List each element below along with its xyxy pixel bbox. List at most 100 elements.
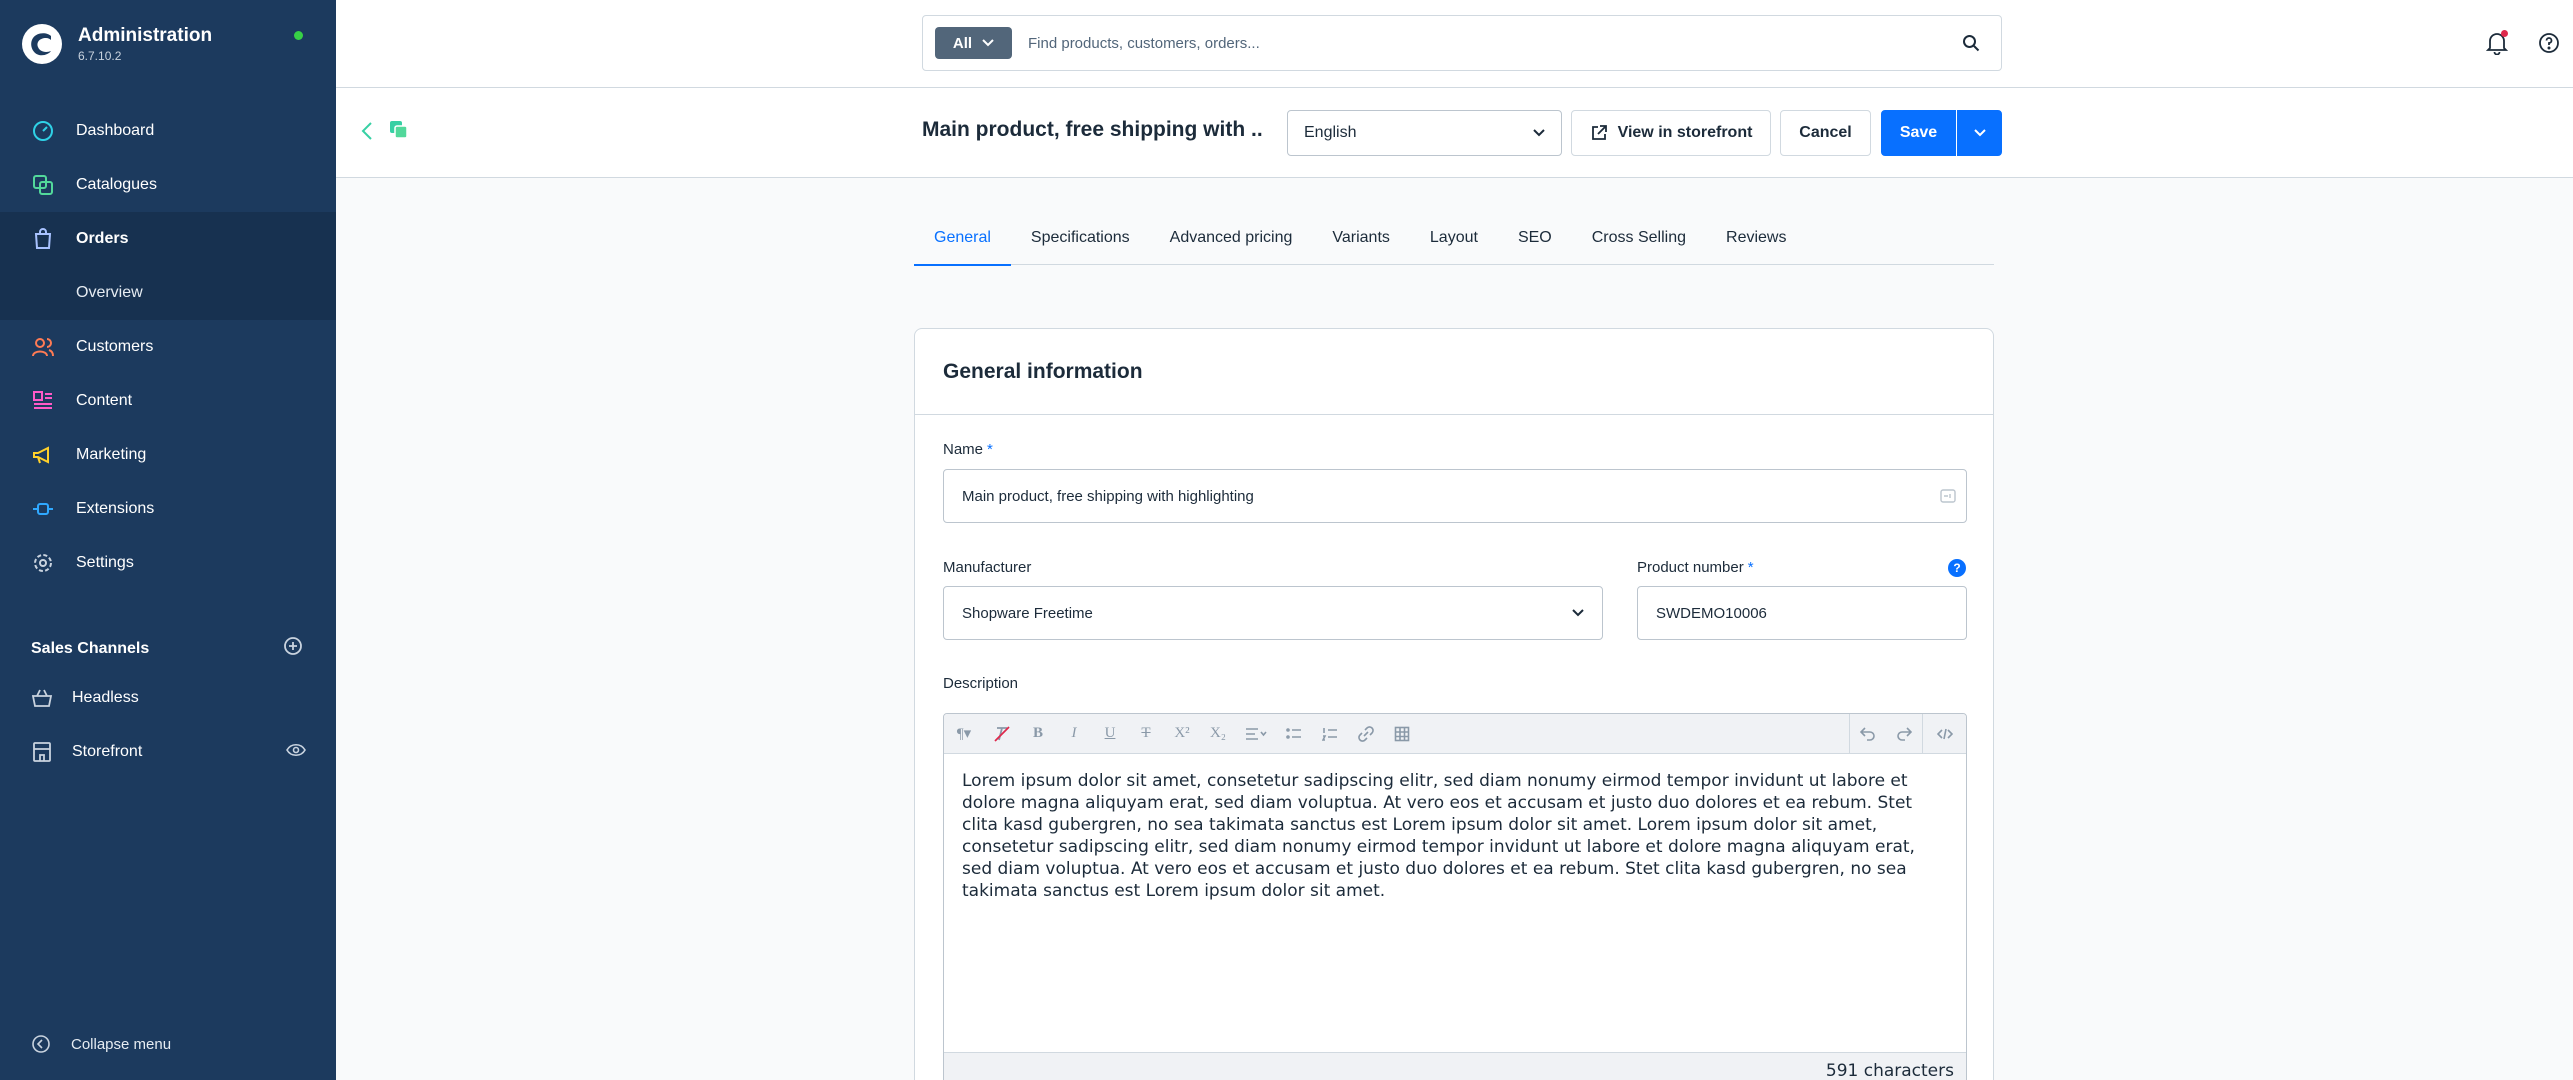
sidebar-item-label: Orders [76,230,129,247]
sidebar-subitem-overview[interactable]: Overview [0,266,336,320]
sidebar-item-label: Content [76,392,133,409]
sidebar-item-label: Customers [76,338,154,355]
shopware-logo-icon[interactable] [22,24,62,64]
bold-icon[interactable]: B [1020,714,1056,754]
chevron-down-icon [1572,609,1584,617]
catalogue-icon [30,172,56,198]
chevron-down-icon [1533,124,1545,142]
ordered-list-icon[interactable] [1312,714,1348,754]
tab-seo[interactable]: SEO [1498,228,1572,265]
character-count: 591 characters [944,1052,1966,1080]
users-icon [30,334,56,360]
sidebar-item-label: Marketing [76,446,147,463]
sidebar-item-orders[interactable]: Orders [0,212,336,266]
sales-channel-headless[interactable]: Headless [30,686,306,710]
sidebar-item-customers[interactable]: Customers [0,320,336,374]
name-label-text: Name [943,441,984,458]
code-view-icon[interactable] [1922,714,1966,754]
manufacturer-select[interactable]: Shopware Freetime [943,586,1603,640]
global-search: All [922,15,2002,71]
name-label: Name * [943,441,993,458]
help-icon[interactable]: ? [1948,559,1966,577]
add-sales-channel-icon[interactable] [283,636,303,661]
table-icon[interactable] [1384,714,1420,754]
notification-badge [2501,30,2508,37]
cancel-button[interactable]: Cancel [1780,110,1871,156]
copy-icon[interactable] [389,120,409,140]
product-tabs: General Specifications Advanced pricing … [914,228,1994,266]
name-input[interactable]: Main product, free shipping with highlig… [943,469,1967,523]
italic-icon[interactable]: I [1056,714,1092,754]
sales-channel-label: Storefront [72,743,143,760]
sales-channels-header: Sales Channels [31,636,303,661]
back-arrow-icon[interactable] [360,120,374,142]
sidebar-item-extensions[interactable]: Extensions [0,482,336,536]
product-number-label-text: Product number [1637,559,1744,576]
strikethrough-icon[interactable]: T [1128,714,1164,754]
save-options-button[interactable] [1957,110,2002,156]
chevron-down-icon [982,39,994,47]
tab-layout[interactable]: Layout [1410,228,1498,265]
save-button[interactable]: Save [1881,110,1956,156]
tab-reviews[interactable]: Reviews [1706,228,1806,265]
required-marker: * [987,441,993,458]
tab-general[interactable]: General [914,228,1011,266]
tab-advanced-pricing[interactable]: Advanced pricing [1150,228,1313,265]
sidebar-item-content[interactable]: Content [0,374,336,428]
help-circle-icon[interactable] [2536,30,2562,56]
language-select[interactable]: English [1287,110,1562,156]
brand-title: Administration [78,25,213,46]
sidebar-item-marketing[interactable]: Marketing [0,428,336,482]
sidebar-item-settings[interactable]: Settings [0,536,336,590]
text-align-icon[interactable] [1236,714,1276,754]
link-icon[interactable] [1348,714,1384,754]
save-label: Save [1899,124,1938,141]
description-text[interactable]: Lorem ipsum dolor sit amet, consetetur s… [944,754,1966,1046]
tab-specifications[interactable]: Specifications [1011,228,1150,265]
general-information-card: General information Name * Main product, … [914,328,1994,1080]
card-title: General information [915,329,1993,415]
search-type-select[interactable]: All [935,27,1012,59]
cancel-label: Cancel [1799,124,1852,141]
sales-channel-storefront[interactable]: Storefront [30,740,306,764]
external-link-icon [1590,124,1608,142]
chevron-down-icon [1973,129,1986,137]
manufacturer-value: Shopware Freetime [962,604,1093,622]
eye-icon[interactable] [286,743,306,762]
sidebar-item-label: Dashboard [76,122,155,139]
collapse-menu-button[interactable]: Collapse menu [31,1034,171,1054]
translation-icon[interactable] [1940,488,1956,504]
subscript-icon[interactable]: X₂ [1200,714,1236,754]
sidebar-item-catalogues[interactable]: Catalogues [0,158,336,212]
sales-channel-label: Headless [72,689,139,706]
sidebar-item-label: Settings [76,554,134,571]
redo-icon[interactable] [1886,714,1922,754]
paragraph-format-icon[interactable]: ¶▾ [944,714,984,754]
top-bar: All [336,0,2573,88]
language-value: English [1304,124,1357,141]
sales-channels-title: Sales Channels [31,639,150,657]
underline-icon[interactable]: U [1092,714,1128,754]
megaphone-icon [30,442,56,468]
product-number-input[interactable]: SWDEMO10006 [1637,586,1967,640]
brand-version: 6.7.10.2 [78,49,122,63]
editor-toolbar: ¶▾ B I U T X² X₂ [944,714,1966,754]
tab-cross-selling[interactable]: Cross Selling [1572,228,1706,265]
sidebar-item-dashboard[interactable]: Dashboard [0,104,336,158]
tab-variants[interactable]: Variants [1312,228,1410,265]
smart-bar: Main product, free shipping with ... Eng… [336,88,2573,178]
storefront-icon [30,740,54,764]
notification-bell-icon[interactable] [2484,30,2510,56]
remove-format-icon[interactable] [984,714,1020,754]
gear-icon [30,550,56,576]
view-in-storefront-button[interactable]: View in storefront [1571,110,1771,156]
online-status-dot [294,31,303,40]
unordered-list-icon[interactable] [1276,714,1312,754]
search-input[interactable] [1028,34,1951,52]
superscript-icon[interactable]: X² [1164,714,1200,754]
search-icon[interactable] [1951,34,1991,52]
required-marker: * [1747,559,1754,576]
gauge-icon [30,118,56,144]
collapse-icon [31,1034,51,1054]
undo-icon[interactable] [1850,714,1886,754]
